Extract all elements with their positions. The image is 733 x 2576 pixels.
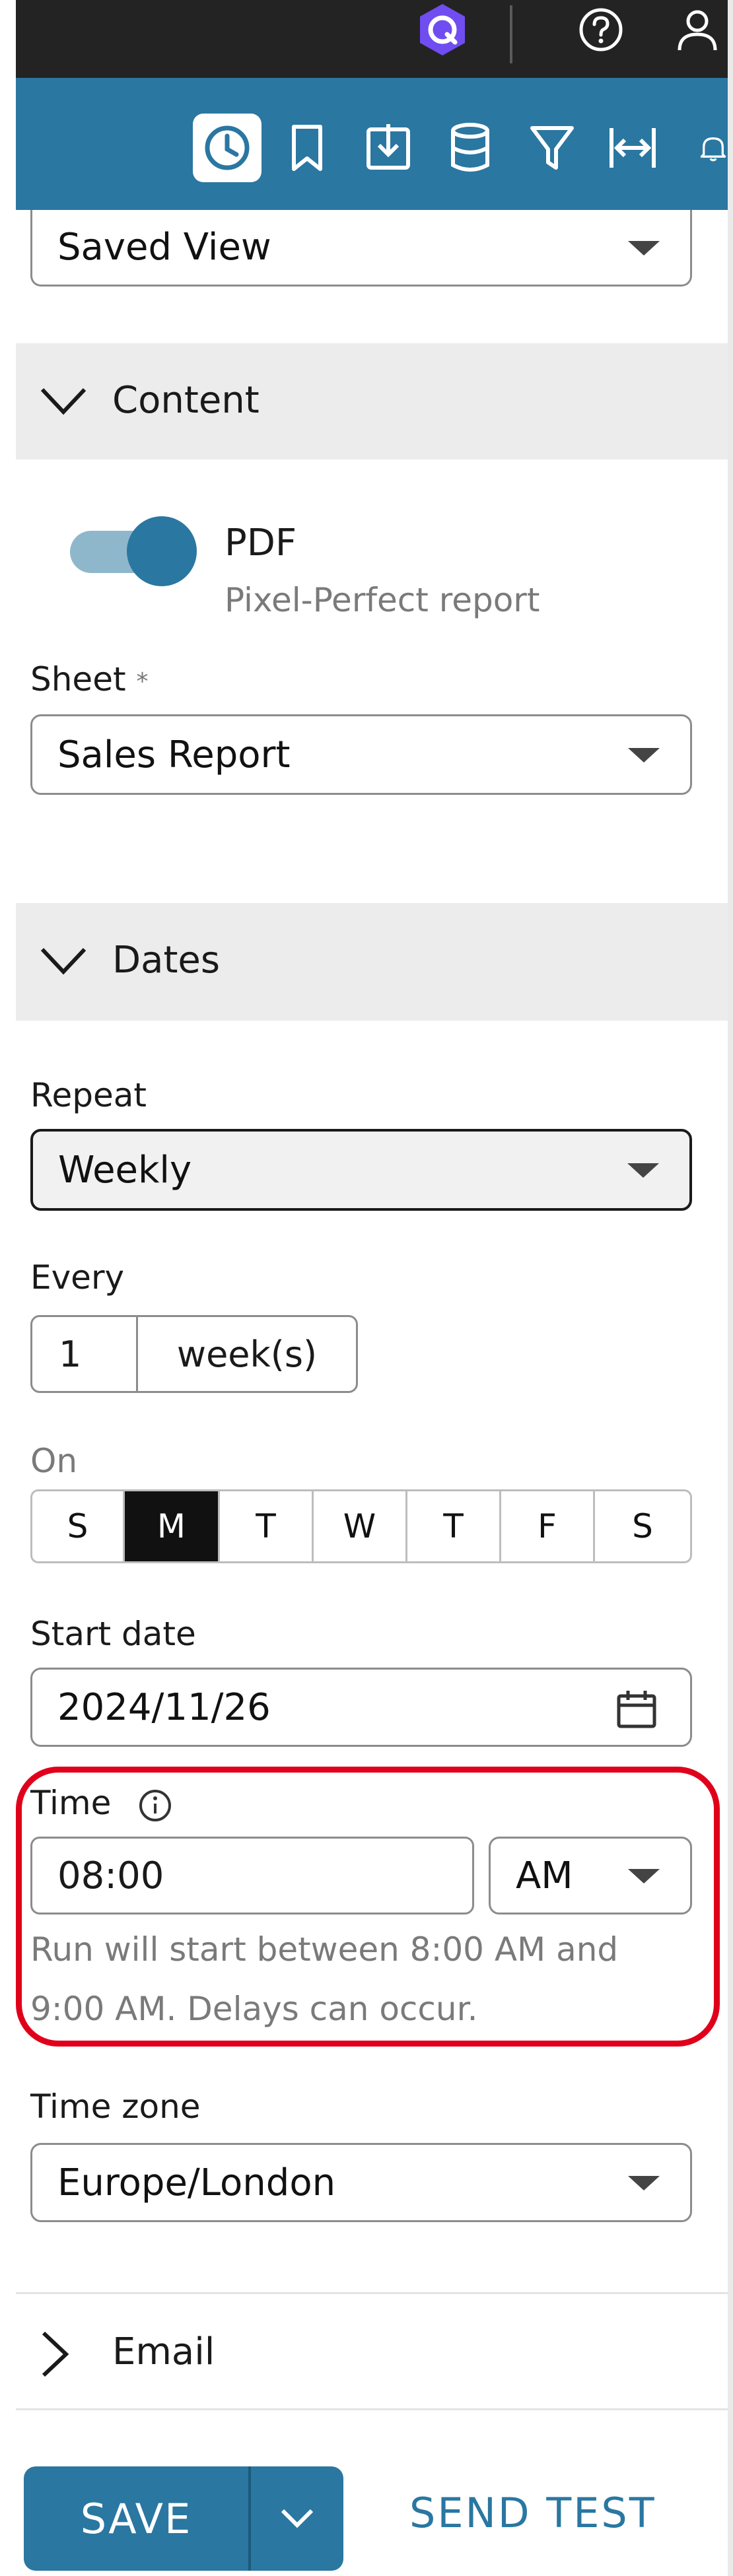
topbar-divider <box>510 5 512 63</box>
chevron-down-icon <box>281 2509 314 2528</box>
saved-view-value: Saved View <box>57 226 271 269</box>
pdf-toggle[interactable] <box>70 516 197 588</box>
start-date-input[interactable]: 2024/11/26 <box>30 1668 692 1747</box>
database-icon[interactable] <box>438 114 502 182</box>
time-hint-line2: 9:00 AM. Delays can occur. <box>30 1990 478 2028</box>
sheet-select[interactable]: Sales Report <box>30 714 692 795</box>
required-mark: * <box>136 668 149 695</box>
email-section-header[interactable]: Email <box>16 2295 728 2408</box>
toggle-knob <box>127 516 197 586</box>
chevron-down-icon <box>628 1869 660 1883</box>
time-input[interactable]: 08:00 <box>30 1837 474 1915</box>
panel-border <box>728 0 733 2576</box>
chevron-down-icon <box>40 947 87 975</box>
saved-view-select[interactable]: Saved View <box>30 210 692 287</box>
clock-icon[interactable] <box>193 114 262 182</box>
chevron-down-icon <box>628 2176 660 2190</box>
help-icon[interactable] <box>568 0 634 59</box>
start-date-label: Start date <box>30 1615 196 1653</box>
ampm-value: AM <box>516 1854 573 1897</box>
divider <box>16 2408 728 2410</box>
day-tue[interactable]: T <box>220 1491 314 1561</box>
pdf-label: PDF <box>225 522 297 564</box>
day-thu[interactable]: T <box>407 1491 501 1561</box>
user-icon[interactable] <box>667 0 728 59</box>
start-date-value: 2024/11/26 <box>57 1685 271 1729</box>
repeat-label: Repeat <box>30 1076 147 1114</box>
pdf-sublabel: Pixel-Perfect report <box>225 581 540 619</box>
filter-icon[interactable] <box>520 114 584 182</box>
save-options-button[interactable] <box>251 2466 343 2571</box>
chevron-down-icon <box>627 1163 659 1178</box>
divider <box>16 2292 728 2294</box>
chevron-down-icon <box>628 240 660 255</box>
content-section-title: Content <box>112 379 260 422</box>
ampm-select[interactable]: AM <box>489 1837 692 1915</box>
every-label: Every <box>30 1258 125 1297</box>
day-sat[interactable]: S <box>595 1491 690 1561</box>
repeat-value: Weekly <box>58 1148 192 1192</box>
download-icon[interactable] <box>357 114 420 182</box>
chevron-down-icon <box>628 748 660 763</box>
time-label: Time <box>30 1784 112 1822</box>
bell-icon[interactable] <box>680 114 728 182</box>
time-value: 08:00 <box>57 1854 164 1897</box>
day-wed[interactable]: W <box>314 1491 407 1561</box>
day-selector: S M T W T F S <box>30 1489 692 1563</box>
every-unit: week(s) <box>176 1333 318 1375</box>
bookmark-icon[interactable] <box>277 114 337 182</box>
dates-section-header[interactable]: Dates <box>16 903 728 1021</box>
day-fri[interactable]: F <box>501 1491 595 1561</box>
day-mon[interactable]: M <box>125 1491 220 1561</box>
timezone-select[interactable]: Europe/London <box>30 2143 692 2222</box>
content-section-header[interactable]: Content <box>16 343 728 459</box>
sheet-label: Sheet * <box>30 660 149 698</box>
every-group: 1 week(s) <box>30 1315 358 1393</box>
repeat-select[interactable]: Weekly <box>30 1129 692 1211</box>
width-icon[interactable] <box>600 114 666 182</box>
save-button[interactable]: SAVE <box>24 2466 248 2571</box>
chevron-down-icon <box>40 388 87 415</box>
every-input[interactable]: 1 <box>32 1317 138 1391</box>
calendar-icon[interactable] <box>616 1689 657 1729</box>
day-sun[interactable]: S <box>32 1491 125 1561</box>
sheet-value: Sales Report <box>57 733 291 776</box>
email-section-title: Email <box>112 2330 215 2373</box>
info-icon[interactable] <box>137 1788 173 1823</box>
chevron-right-icon <box>42 2331 69 2377</box>
timezone-label: Time zone <box>30 2087 201 2126</box>
time-hint-line1: Run will start between 8:00 AM and <box>30 1930 619 1969</box>
app-logo-icon[interactable] <box>409 0 475 59</box>
on-label: On <box>30 1442 78 1480</box>
left-edge <box>0 0 16 2576</box>
dates-section-title: Dates <box>112 939 221 982</box>
timezone-value: Europe/London <box>57 2161 336 2204</box>
send-test-button[interactable]: SEND TEST <box>409 2489 656 2537</box>
